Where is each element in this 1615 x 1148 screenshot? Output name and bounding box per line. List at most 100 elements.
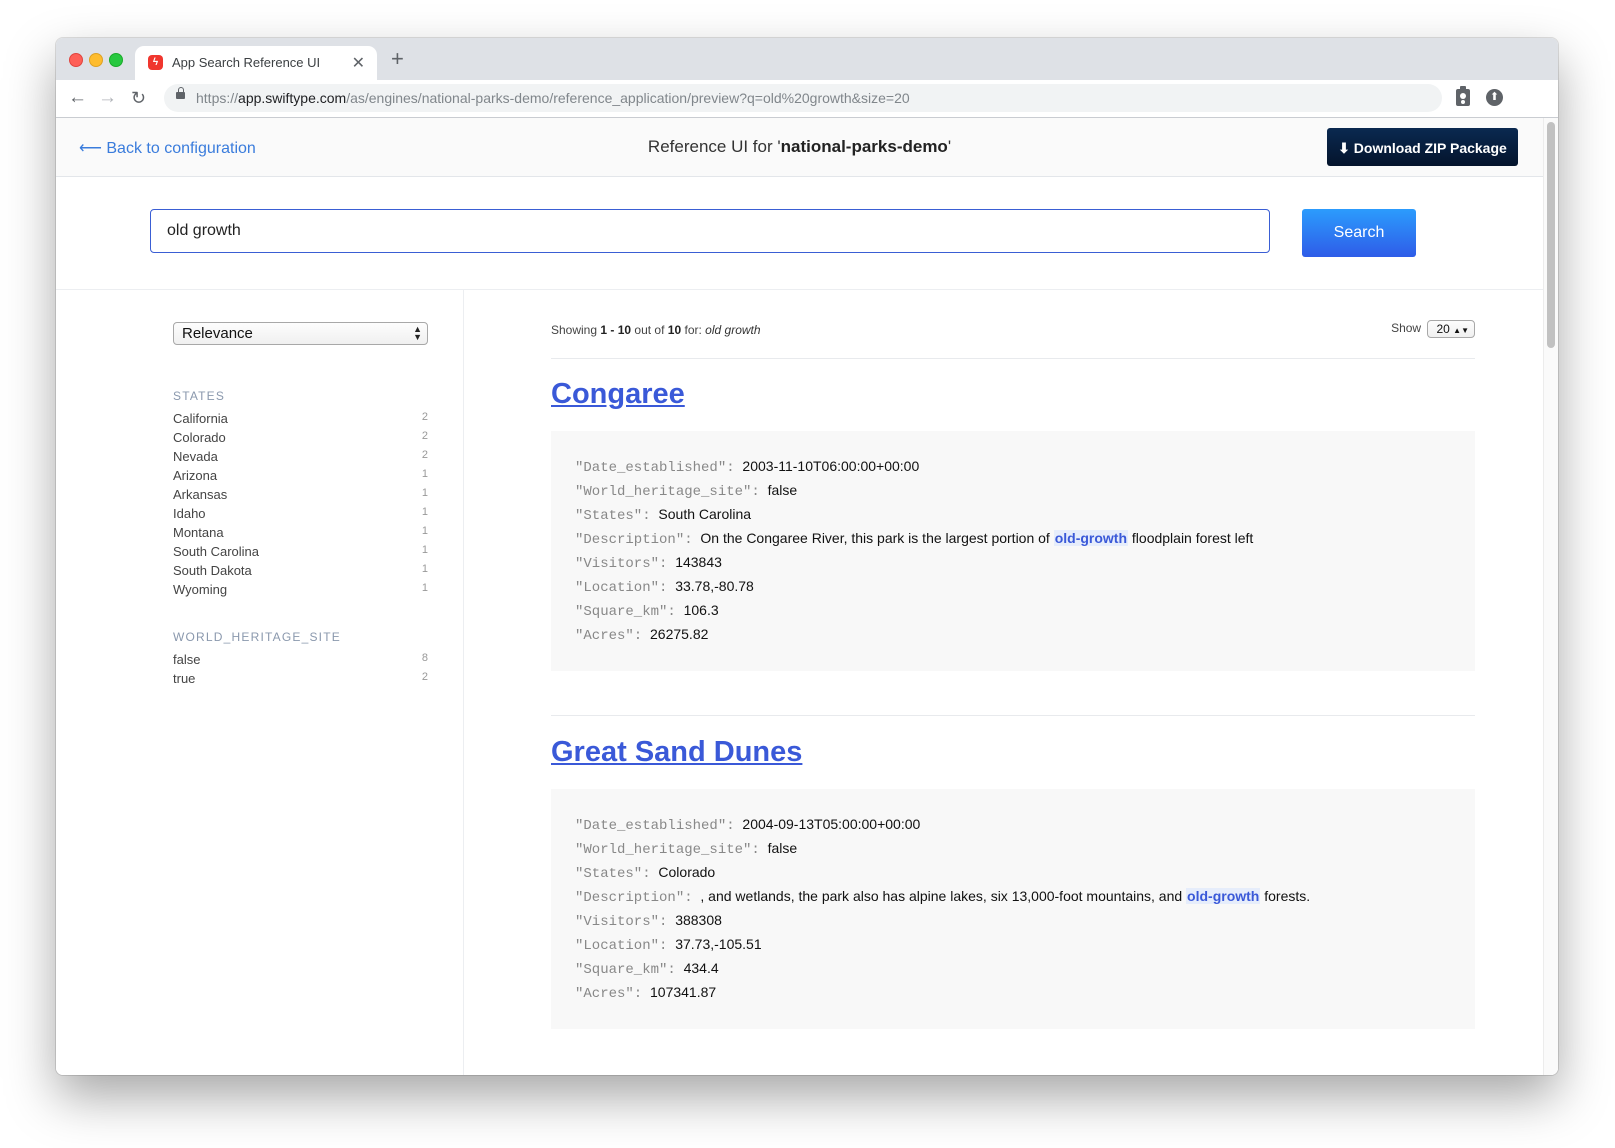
new-tab-icon[interactable]: + [391, 48, 404, 70]
field-value: On the Congaree River, this park is the … [700, 530, 1054, 546]
field-key: "States": [575, 508, 651, 524]
sort-selected-value: Relevance [182, 325, 253, 342]
browser-tab-active[interactable]: ϟ App Search Reference UI ✕ [135, 46, 377, 80]
facet-label: South Dakota [173, 563, 252, 578]
facet-count: 8 [421, 652, 428, 664]
field-value: Colorado [658, 864, 716, 880]
field-row: "Square_km": 106.3 [575, 602, 719, 620]
facet-item[interactable]: Arkansas 1 [173, 487, 428, 506]
facet-item[interactable]: Idaho 1 [173, 506, 428, 525]
facet-count: 1 [421, 582, 428, 594]
close-tab-icon[interactable]: ✕ [352, 53, 365, 73]
upload-circle-icon[interactable]: ⬆ [1486, 89, 1503, 106]
arrow-right-icon[interactable]: → [98, 87, 117, 109]
facet-label: Wyoming [173, 582, 228, 597]
title-suffix: ' [947, 137, 952, 156]
search-button[interactable]: Search [1302, 209, 1416, 257]
field-key: "Visitors": [575, 914, 668, 930]
sort-select[interactable]: Relevance ▲ ▼ [173, 322, 428, 345]
minimize-window-button[interactable] [89, 53, 103, 67]
facet-item[interactable]: Montana 1 [173, 525, 428, 544]
field-row: "World_heritage_site": false [575, 840, 797, 858]
facet-item[interactable]: South Carolina 1 [173, 544, 428, 563]
field-key: "Location": [575, 580, 668, 596]
maximize-window-button[interactable] [109, 53, 123, 67]
field-row: "Visitors": 388308 [575, 912, 722, 930]
out-of-label: out of [634, 323, 665, 337]
field-value: 37.73,-105.51 [675, 936, 762, 952]
facet-item[interactable]: South Dakota 1 [173, 563, 428, 582]
facet-title-world-heritage-site: WORLD_HERITAGE_SITE [173, 630, 341, 644]
field-row: "Description": On the Congaree River, th… [575, 530, 1253, 548]
page-size-control: Show 20 ▲▼ [1391, 320, 1475, 338]
result-title-link[interactable]: Congaree [551, 378, 685, 411]
scrollbar-thumb[interactable] [1547, 122, 1555, 348]
search-section: Search [56, 177, 1543, 290]
tab-strip: ϟ App Search Reference UI ✕ + [56, 38, 1558, 80]
field-value: 434.4 [683, 960, 719, 976]
facet-item[interactable]: Nevada 2 [173, 449, 428, 468]
field-value: 33.78,-80.78 [675, 578, 754, 594]
field-key: "States": [575, 866, 651, 882]
facet-label: Montana [173, 525, 224, 540]
field-key: "World_heritage_site": [575, 484, 760, 500]
facet-item[interactable]: Arizona 1 [173, 468, 428, 487]
highlighted-term: old-growth [1186, 888, 1261, 904]
result-total: 10 [667, 323, 682, 337]
field-value: false [767, 840, 798, 856]
field-key: "Location": [575, 938, 668, 954]
field-value: 2003-11-10T06:00:00+00:00 [742, 458, 920, 474]
facet-item[interactable]: true 2 [173, 671, 428, 690]
facet-label: Nevada [173, 449, 218, 464]
facet-label: Idaho [173, 506, 206, 521]
field-key: "Visitors": [575, 556, 668, 572]
facet-label: true [173, 671, 196, 686]
facet-count: 1 [421, 563, 428, 575]
divider [551, 715, 1475, 716]
badge-icon[interactable] [1456, 86, 1470, 106]
field-row: "Location": 33.78,-80.78 [575, 578, 754, 596]
page-title: Reference UI for 'national-parks-demo' [56, 137, 1543, 157]
app-header: ⟵ Back to configuration Reference UI for… [56, 118, 1543, 177]
field-value: floodplain forest left [1128, 530, 1254, 546]
field-row: "States": Colorado [575, 864, 715, 882]
field-row: "Date_established": 2004-09-13T05:00:00+… [575, 816, 920, 834]
sidebar: Relevance ▲ ▼ STATES California 2 Colorado… [56, 290, 464, 1075]
field-row: "Visitors": 143843 [575, 554, 722, 572]
result-title-link[interactable]: Great Sand Dunes [551, 736, 802, 769]
page-scrollbar[interactable] [1543, 118, 1558, 1075]
facet-list-states: California 2 Colorado 2 Nevada 2 Arizona 1 A… [173, 411, 428, 601]
divider [551, 358, 1475, 359]
facet-item[interactable]: Colorado 2 [173, 430, 428, 449]
field-row: "World_heritage_site": false [575, 482, 797, 500]
browser-window: ϟ App Search Reference UI ✕ + ← → ↻ http… [56, 38, 1558, 1075]
field-row: "Description": , and wetlands, the park … [575, 888, 1310, 906]
field-key: "Square_km": [575, 962, 676, 978]
field-key: "Square_km": [575, 604, 676, 620]
url-text[interactable]: https://app.swiftype.com/as/engines/nati… [196, 90, 910, 106]
facet-label: California [173, 411, 228, 426]
lock-icon [176, 87, 185, 99]
field-row: "States": South Carolina [575, 506, 751, 524]
facet-item[interactable]: false 8 [173, 652, 428, 671]
field-row: "Square_km": 434.4 [575, 960, 719, 978]
facet-item[interactable]: California 2 [173, 411, 428, 430]
reload-icon[interactable]: ↻ [131, 87, 146, 109]
page-size-select[interactable]: 20 ▲▼ [1427, 320, 1475, 338]
facet-count: 1 [421, 525, 428, 537]
download-zip-button[interactable]: ⬇ Download ZIP Package [1327, 128, 1518, 166]
search-input[interactable] [150, 209, 1270, 253]
results-panel: Showing 1 - 10 out of 10 for: old growth… [464, 290, 1543, 1075]
arrow-left-icon[interactable]: ← [68, 87, 87, 109]
paging-info: Showing 1 - 10 out of 10 for: old growth [551, 323, 761, 337]
facet-item[interactable]: Wyoming 1 [173, 582, 428, 601]
page-size-value: 20 [1436, 322, 1450, 336]
field-row: "Location": 37.73,-105.51 [575, 936, 762, 954]
field-value: 26275.82 [650, 626, 709, 642]
field-value: 2004-09-13T05:00:00+00:00 [742, 816, 921, 832]
facet-count: 1 [421, 487, 428, 499]
address-bar[interactable]: https://app.swiftype.com/as/engines/nati… [164, 84, 1442, 112]
page-viewport: ⟵ Back to configuration Reference UI for… [56, 118, 1558, 1075]
page-content: ⟵ Back to configuration Reference UI for… [56, 118, 1543, 1075]
close-window-button[interactable] [69, 53, 83, 67]
